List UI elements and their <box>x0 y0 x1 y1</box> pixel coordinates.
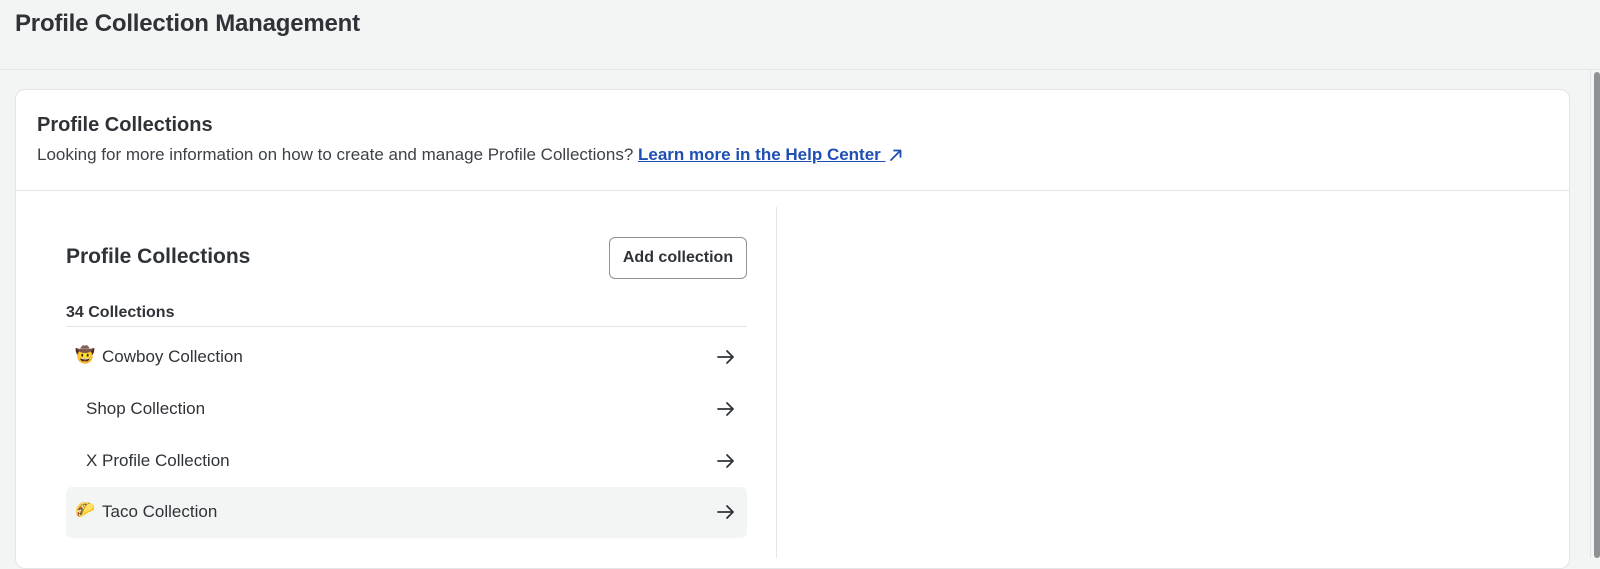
collections-count: 34 Collections <box>66 304 175 321</box>
cowboy-emoji-icon: 🤠 <box>75 347 95 364</box>
help-center-link-label: Learn more in the Help Center <box>638 145 886 164</box>
help-center-link[interactable]: Learn more in the Help Center <box>638 145 886 164</box>
list-item-label: Cowboy Collection <box>102 347 243 366</box>
list-item-shop-collection[interactable]: Shop Collection <box>66 384 747 435</box>
panel-divider <box>776 207 777 558</box>
card-title: Profile Collections <box>37 114 213 136</box>
page-header: Profile Collection Management <box>0 0 1600 70</box>
external-link-icon[interactable] <box>888 147 904 168</box>
arrow-right-icon[interactable] <box>717 453 735 474</box>
arrow-right-icon[interactable] <box>717 401 735 422</box>
scrollbar-thumb[interactable] <box>1594 72 1600 558</box>
arrow-right-icon[interactable] <box>717 349 735 370</box>
card-header: Profile Collections Looking for more inf… <box>16 90 1569 191</box>
collections-list-title: Profile Collections <box>66 245 251 268</box>
list-item-label: Taco Collection <box>102 502 218 521</box>
description-text: Looking for more information on how to c… <box>37 145 639 164</box>
card-description: Looking for more information on how to c… <box>37 145 904 168</box>
page-scrollbar[interactable] <box>1590 70 1600 558</box>
arrow-right-icon[interactable] <box>717 504 735 525</box>
taco-emoji-icon: 🌮 <box>75 502 95 519</box>
list-item-cowboy-collection[interactable]: 🤠 Cowboy Collection <box>66 332 747 383</box>
list-item-taco-collection[interactable]: 🌮 Taco Collection <box>66 487 747 538</box>
list-item-label: Shop Collection <box>86 399 206 418</box>
list-item-label: X Profile Collection <box>86 451 230 470</box>
list-item-x-profile-collection[interactable]: X Profile Collection <box>66 436 747 487</box>
count-divider <box>66 326 747 327</box>
page-title: Profile Collection Management <box>15 10 360 37</box>
add-collection-button[interactable]: Add collection <box>609 237 747 279</box>
